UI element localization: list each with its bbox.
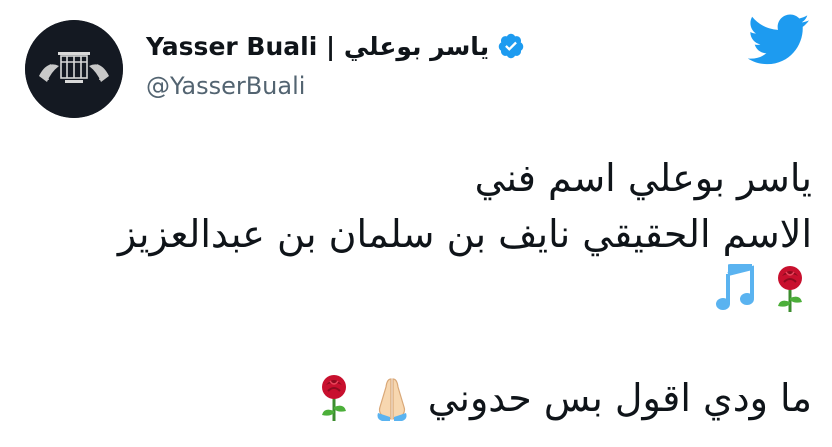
avatar-image xyxy=(25,20,123,118)
verified-badge-icon xyxy=(497,32,525,60)
tweet-emoji-line xyxy=(714,264,812,314)
tweet-body: ياسر بوعلي اسم فني الاسم الحقيقي نايف بن… xyxy=(20,140,812,440)
display-name[interactable]: Yasser Buali | ياسر بوعلي xyxy=(146,32,489,61)
musical-notes-icon xyxy=(714,264,758,314)
rose-icon xyxy=(312,373,356,423)
tweet-text-line: الاسم الحقيقي نايف بن سلمان بن عبدالعزيز xyxy=(117,212,812,256)
tweet-header: Yasser Buali | ياسر بوعلي @YasserBuali xyxy=(0,0,832,130)
tweet-last-line: ما ودي اقول بس حدوني xyxy=(312,370,812,426)
avatar[interactable] xyxy=(25,20,123,118)
tweet-card: Yasser Buali | ياسر بوعلي @YasserBuali ي… xyxy=(0,0,832,447)
twitter-bird-icon[interactable] xyxy=(748,14,810,66)
user-handle[interactable]: @YasserBuali xyxy=(146,72,305,100)
name-row: Yasser Buali | ياسر بوعلي xyxy=(146,26,525,66)
folded-hands-icon xyxy=(370,373,414,423)
tweet-text-line: ياسر بوعلي اسم فني xyxy=(474,156,812,200)
rose-icon xyxy=(768,264,812,314)
tweet-text: ما ودي اقول بس حدوني xyxy=(427,376,812,420)
